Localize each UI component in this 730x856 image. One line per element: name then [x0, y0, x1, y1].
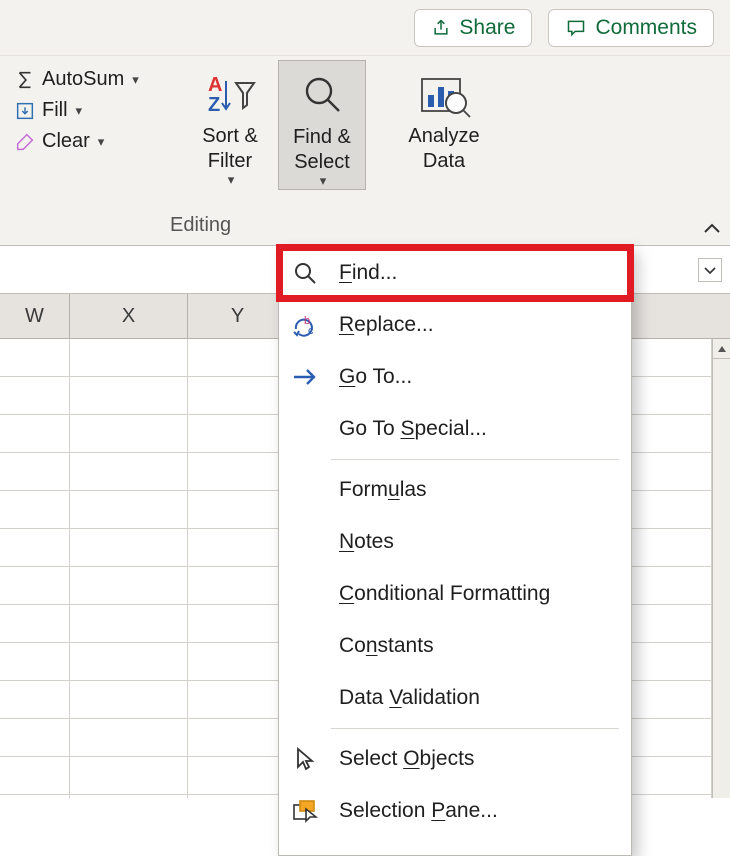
menu-item-find[interactable]: Find... [279, 247, 631, 299]
analyze-data-label-2: Data [395, 149, 493, 174]
chevron-down-icon: ▾ [281, 173, 365, 189]
magnifier-icon [292, 260, 318, 286]
analyze-data-label-1: Analyze [395, 124, 493, 149]
column-header-label: X [122, 305, 135, 328]
find-select-menu: Find... b c Replace... Go To... Go To Sp… [278, 246, 632, 856]
menu-item-data-validation[interactable]: Data Validation [279, 672, 631, 724]
menu-item-selection-pane[interactable]: Selection Pane... [279, 785, 631, 837]
chevron-down-icon [703, 265, 717, 275]
replace-icon: b c [291, 313, 319, 337]
column-header[interactable]: X [70, 294, 188, 338]
analyze-data-icon [416, 71, 472, 119]
share-icon [431, 18, 451, 38]
sigma-icon [14, 69, 36, 91]
svg-text:Z: Z [208, 94, 220, 116]
menu-item-label: Go To Special... [339, 417, 487, 441]
menu-item-select-objects[interactable]: Select Objects [279, 733, 631, 785]
menu-separator [331, 728, 619, 729]
menu-item-label: Replace... [339, 313, 434, 337]
chevron-up-icon [703, 223, 721, 235]
autosum-button[interactable]: AutoSum ▾ [10, 64, 178, 95]
column-header-label: W [25, 305, 44, 328]
fill-down-icon [14, 100, 36, 122]
menu-item-formulas[interactable]: Formulas [279, 464, 631, 516]
eraser-icon [14, 131, 36, 153]
svg-text:A: A [208, 74, 222, 96]
comments-label: Comments [595, 16, 697, 40]
chevron-down-icon: ▾ [98, 134, 105, 150]
menu-item-label: Data Validation [339, 686, 480, 710]
analyze-data-button[interactable]: Analyze Data [395, 60, 493, 174]
share-label: Share [459, 16, 515, 40]
menu-item-constants[interactable]: Constants [279, 620, 631, 672]
scroll-up-button[interactable] [713, 339, 730, 359]
chevron-down-icon: ▾ [76, 103, 83, 119]
find-select-label-1: Find & [279, 125, 365, 150]
menu-item-conditional-formatting[interactable]: Conditional Formatting [279, 568, 631, 620]
menu-item-label: Go To... [339, 365, 412, 389]
menu-item-replace[interactable]: b c Replace... [279, 299, 631, 351]
menu-item-goto-special[interactable]: Go To Special... [279, 403, 631, 455]
menu-item-label: Constants [339, 634, 434, 658]
fill-button[interactable]: Fill ▾ [10, 95, 178, 126]
ribbon-editing-group: AutoSum ▾ Fill ▾ Clear ▾ A Z Sort & Filt… [0, 56, 730, 246]
column-header[interactable]: Y [188, 294, 288, 338]
sort-filter-label-1: Sort & [186, 124, 274, 149]
triangle-up-icon [717, 345, 727, 353]
column-header[interactable]: W [0, 294, 70, 338]
share-button[interactable]: Share [414, 9, 532, 47]
clear-label: Clear [42, 130, 90, 153]
title-bar-actions: Share Comments [0, 0, 730, 56]
chevron-down-icon: ▾ [132, 72, 139, 88]
sort-filter-label-2: Filter [208, 150, 252, 172]
cursor-icon [294, 747, 316, 771]
find-select-label-2: Select [294, 151, 350, 173]
menu-item-label: Formulas [339, 478, 427, 502]
menu-item-goto[interactable]: Go To... [279, 351, 631, 403]
sort-filter-button[interactable]: A Z Sort & Filter ▾ [186, 60, 274, 188]
magnifier-icon [299, 73, 345, 119]
menu-item-label: Notes [339, 530, 394, 554]
menu-item-label: Conditional Formatting [339, 582, 550, 606]
menu-separator [331, 459, 619, 460]
editing-small-commands: AutoSum ▾ Fill ▾ Clear ▾ [10, 64, 178, 157]
ribbon-group-label: Editing [170, 214, 231, 237]
sort-filter-icon: A Z [202, 71, 258, 119]
comments-icon [565, 18, 587, 38]
menu-item-label: Select Objects [339, 747, 474, 771]
selection-pane-icon [292, 799, 318, 823]
menu-item-label: Selection Pane... [339, 799, 498, 823]
fill-label: Fill [42, 99, 68, 122]
expand-formula-bar-button[interactable] [698, 258, 722, 282]
vertical-scrollbar[interactable] [712, 339, 730, 798]
autosum-label: AutoSum [42, 68, 124, 91]
comments-button[interactable]: Comments [548, 9, 714, 47]
chevron-down-icon: ▾ [188, 172, 274, 188]
collapse-ribbon-button[interactable] [698, 219, 726, 239]
svg-text:c: c [308, 325, 314, 337]
clear-button[interactable]: Clear ▾ [10, 126, 178, 157]
menu-item-label: Find... [339, 261, 397, 285]
column-header-label: Y [231, 305, 244, 328]
menu-item-notes[interactable]: Notes [279, 516, 631, 568]
arrow-right-icon [291, 367, 319, 387]
find-select-button[interactable]: Find & Select ▾ [278, 60, 366, 190]
